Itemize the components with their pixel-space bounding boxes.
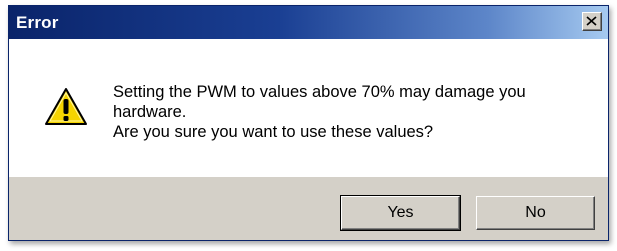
- title-bar[interactable]: Error: [9, 6, 608, 39]
- close-icon: [586, 16, 597, 26]
- dialog-content: Setting the PWM to values above 70% may …: [9, 39, 608, 177]
- dialog-title: Error: [16, 13, 59, 32]
- yes-button[interactable]: Yes: [340, 195, 461, 231]
- close-button[interactable]: [582, 12, 602, 31]
- error-dialog: Error Setting the PWM to values above 70…: [8, 5, 609, 241]
- message-line: Are you sure you want to use these value…: [113, 123, 434, 141]
- message-text: Setting the PWM to values above 70% may …: [113, 82, 583, 142]
- warning-icon: [45, 88, 87, 125]
- no-button[interactable]: No: [476, 196, 595, 230]
- message-line: hardware.: [113, 103, 187, 121]
- message-line: Setting the PWM to values above 70% may …: [113, 83, 526, 101]
